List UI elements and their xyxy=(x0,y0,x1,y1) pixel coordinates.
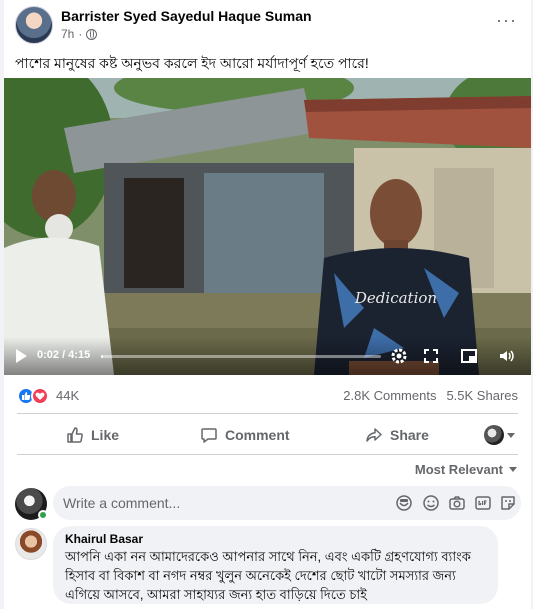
comment-bubble: Khairul Basar আপনি একা নন আমাদেরকেও আপনা… xyxy=(53,526,498,604)
post-time[interactable]: 7h xyxy=(61,27,74,41)
reaction-count[interactable]: 44K xyxy=(56,388,79,403)
comment-button[interactable]: Comment xyxy=(200,418,290,452)
gear-icon[interactable] xyxy=(390,347,408,365)
share-button[interactable]: Share xyxy=(365,418,429,452)
gif-icon[interactable] xyxy=(474,494,492,512)
share-label: Share xyxy=(390,427,429,443)
speech-bubble-icon xyxy=(201,428,217,443)
like-button[interactable]: Like xyxy=(66,418,119,452)
play-icon[interactable] xyxy=(16,349,27,363)
author-avatar[interactable] xyxy=(15,6,53,44)
online-status-dot xyxy=(38,510,48,520)
more-options-icon[interactable]: ··· xyxy=(496,10,517,31)
post-meta: 7h · xyxy=(61,27,98,41)
video-frame: Dedication xyxy=(4,78,531,375)
reaction-icons[interactable] xyxy=(17,387,51,405)
meta-separator: · xyxy=(78,27,83,41)
chevron-down-icon xyxy=(507,432,515,438)
author-name[interactable]: Barrister Syed Sayedul Haque Suman xyxy=(61,8,312,24)
divider xyxy=(17,454,518,455)
comment-sort-dropdown[interactable]: Most Relevant xyxy=(415,462,517,477)
post-header: Barrister Syed Sayedul Haque Suman 7h · … xyxy=(4,0,531,46)
video-controls: 0:02 / 4:15 xyxy=(4,337,531,375)
commenter-avatar[interactable] xyxy=(15,528,47,560)
comment-item: Khairul Basar আপনি একা নন আমাদেরকেও আপনা… xyxy=(4,526,531,606)
post-caption: পাশের মানুষের কষ্ট অনুভব করলে ইদ আরো মর্… xyxy=(15,55,369,71)
commenter-name[interactable]: Khairul Basar xyxy=(65,532,486,546)
picture-in-picture-icon[interactable] xyxy=(460,347,478,365)
video-progress-fill xyxy=(101,355,103,358)
like-label: Like xyxy=(91,427,120,443)
speaker-icon[interactable] xyxy=(498,347,516,365)
sticker-icon[interactable] xyxy=(499,494,517,512)
profile-avatar xyxy=(484,425,504,445)
avatar-sticker-icon[interactable] xyxy=(395,494,413,512)
chevron-down-icon xyxy=(509,467,517,472)
share-arrow-icon xyxy=(366,428,382,442)
post-actions: Like Comment Share xyxy=(4,418,531,452)
post-card: Barrister Syed Sayedul Haque Suman 7h · … xyxy=(4,0,531,609)
video-time: 0:02 / 4:15 xyxy=(37,349,91,361)
emoji-icon[interactable] xyxy=(422,494,440,512)
shirt-text: Dedication xyxy=(354,289,437,307)
thumbs-up-icon xyxy=(67,427,83,443)
camera-icon[interactable] xyxy=(448,494,466,512)
shares-count[interactable]: 5.5K Shares xyxy=(446,388,518,403)
comment-input[interactable] xyxy=(63,486,363,520)
reactions-summary: 44K 2.8K Comments 5.5K Shares xyxy=(4,384,531,408)
comment-box xyxy=(53,486,521,520)
video-progress-bar[interactable] xyxy=(101,355,381,358)
video-player[interactable]: Dedication 0:02 / 4:15 xyxy=(4,78,531,375)
engagement-counts: 2.8K Comments 5.5K Shares xyxy=(343,388,518,403)
sort-label: Most Relevant xyxy=(414,462,503,477)
globe-icon xyxy=(86,28,98,40)
comment-composer xyxy=(4,486,531,522)
comment-label: Comment xyxy=(225,427,290,443)
expand-icon[interactable] xyxy=(422,347,440,365)
comments-count[interactable]: 2.8K Comments xyxy=(343,388,436,403)
audience-selector[interactable] xyxy=(484,425,515,445)
divider xyxy=(17,413,518,414)
comment-text: আপনি একা নন আমাদেরকেও আপনার সাথে নিন, এব… xyxy=(65,549,471,602)
love-reaction-icon xyxy=(31,387,49,405)
